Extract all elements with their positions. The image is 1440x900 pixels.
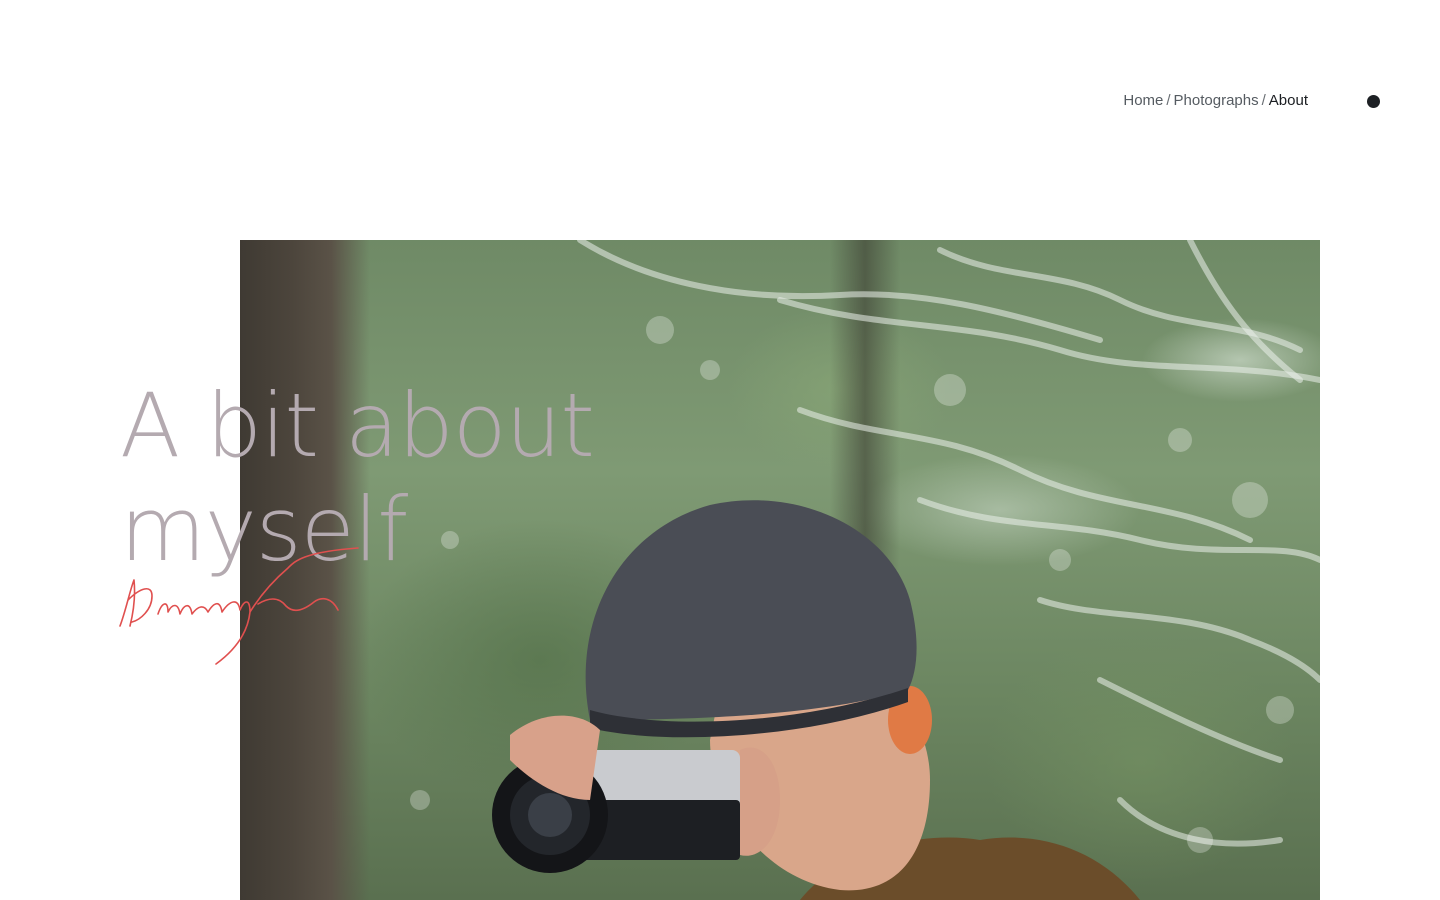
signature-icon — [119, 547, 359, 665]
breadcrumb-separator: / — [1166, 92, 1171, 109]
page-title-line-1: A bit about — [120, 374, 595, 477]
breadcrumb-current: About — [1268, 92, 1308, 109]
breadcrumb-photographs-link[interactable]: Photographs — [1174, 92, 1259, 109]
breadcrumb-separator: / — [1261, 92, 1266, 109]
breadcrumb-home-link[interactable]: Home — [1123, 92, 1163, 109]
breadcrumb: Home / Photographs / About — [1123, 91, 1308, 111]
menu-dot-icon[interactable] — [1367, 95, 1380, 108]
site-header: Home / Photographs / About — [0, 0, 1440, 200]
